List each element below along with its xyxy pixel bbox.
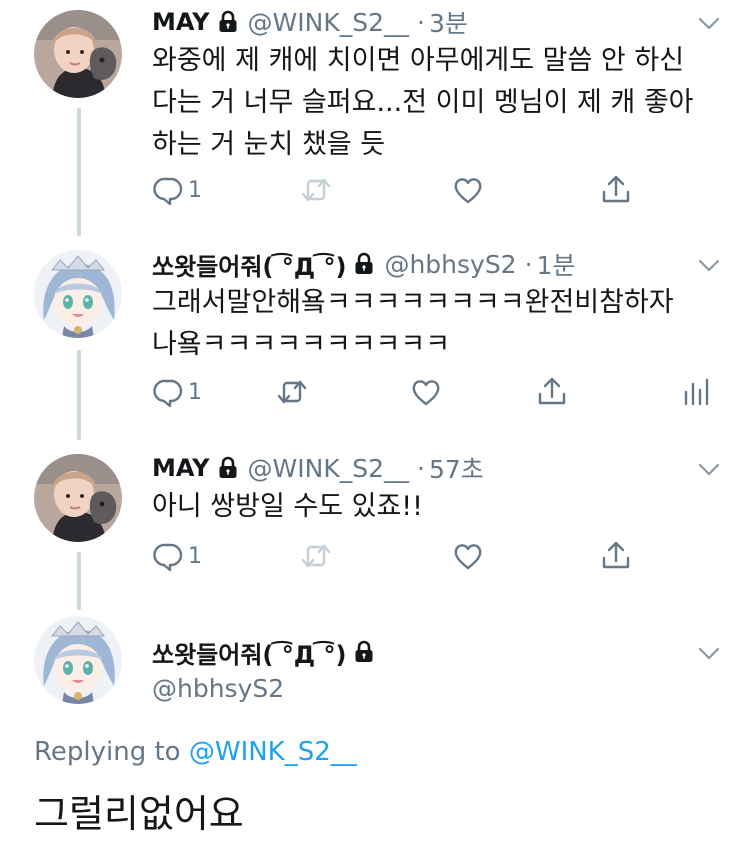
tweet-header: MAY @WINK_S2__ · 57초 <box>152 450 484 486</box>
share-icon <box>600 174 632 206</box>
like-button[interactable] <box>410 372 442 412</box>
replying-to-link[interactable]: @WINK_S2__ <box>189 737 357 767</box>
thread-line <box>77 552 81 610</box>
tweet-text: 와중에 제 캐에 치이면 아무에게도 말씀 안 하신 다는 거 너무 슬퍼요..… <box>152 40 694 166</box>
reply-count: 1 <box>188 543 202 569</box>
heart-icon <box>452 540 484 572</box>
boy-with-cat-avatar-icon <box>34 10 122 98</box>
display-name[interactable]: MAY <box>152 454 210 482</box>
timestamp[interactable]: 1분 <box>537 246 576 282</box>
reply-count: 1 <box>188 177 202 203</box>
timestamp[interactable]: 57초 <box>429 450 484 486</box>
retweet-icon <box>276 376 308 408</box>
chevron-down-icon[interactable] <box>696 640 722 666</box>
tweet-text-line: 그래서말안해욬ㅋㅋㅋㅋㅋㅋㅋㅋ완전비참하자 <box>152 287 674 318</box>
like-button[interactable] <box>452 536 484 576</box>
reply-icon <box>152 376 184 408</box>
reply-icon <box>152 540 184 572</box>
reply-icon <box>152 174 184 206</box>
share-button[interactable] <box>600 536 632 576</box>
tweet-actions: 1 <box>152 372 732 412</box>
retweet-icon <box>300 540 332 572</box>
tweet-header: MAY @WINK_S2__ · 3분 <box>152 4 468 40</box>
heart-icon <box>452 174 484 206</box>
chevron-down-icon[interactable] <box>696 456 722 482</box>
reply-button[interactable]: 1 <box>152 536 202 576</box>
separator-dot: · <box>417 453 425 483</box>
tweet-header-handle: @hbhsyS2 <box>152 670 284 706</box>
thread-line <box>77 350 81 440</box>
display-name[interactable]: 쏘왓들어줘( ͡°Д ͡°) <box>152 247 346 282</box>
chevron-down-icon[interactable] <box>696 252 722 278</box>
replying-to: Replying to @WINK_S2__ <box>34 737 357 767</box>
tweet-text: 아니 쌍방일 수도 있죠!! <box>152 486 423 528</box>
avatar[interactable] <box>34 250 122 338</box>
boy-with-cat-avatar-icon <box>34 454 122 542</box>
lock-icon <box>216 10 240 34</box>
anime-girl-avatar-icon <box>34 616 122 704</box>
tweet-actions: 1 <box>152 536 732 576</box>
retweet-button[interactable] <box>300 536 332 576</box>
retweet-icon <box>300 174 332 206</box>
share-icon <box>536 376 568 408</box>
retweet-button[interactable] <box>276 372 308 412</box>
reply-button[interactable]: 1 <box>152 170 202 210</box>
tweet-text-line: 하는 거 눈치 챘을 듯 <box>152 129 386 160</box>
tweet-text: 그래서말안해욬ㅋㅋㅋㅋㅋㅋㅋㅋ완전비참하자 나욬ㅋㅋㅋㅋㅋㅋㅋㅋㅋㅋ <box>152 282 674 366</box>
lock-icon <box>352 640 376 664</box>
tweet-text-line: 아니 쌍방일 수도 있죠!! <box>152 491 423 522</box>
username[interactable]: @hbhsyS2 <box>152 674 284 703</box>
chevron-down-icon[interactable] <box>696 10 722 36</box>
tweet-header: 쏘왓들어줘( ͡°Д ͡°) @hbhsyS2 · 1분 <box>152 246 575 282</box>
separator-dot: · <box>417 7 425 37</box>
reply-button[interactable]: 1 <box>152 372 202 412</box>
display-name[interactable]: MAY <box>152 8 210 36</box>
focused-tweet-text: 그럴리없어요 <box>34 792 244 836</box>
lock-icon <box>216 456 240 480</box>
replying-prefix: Replying to <box>34 737 181 767</box>
tweet-text-line: 다는 거 너무 슬퍼요...전 이미 멩님이 제 캐 좋아 <box>152 87 694 118</box>
username[interactable]: @WINK_S2__ <box>248 8 409 37</box>
retweet-button[interactable] <box>300 170 332 210</box>
separator-dot: · <box>524 249 533 279</box>
share-button[interactable] <box>600 170 632 210</box>
avatar[interactable] <box>34 10 122 98</box>
timestamp[interactable]: 3분 <box>429 4 468 40</box>
like-button[interactable] <box>452 170 484 210</box>
display-name[interactable]: 쏘왓들어줘( ͡°Д ͡°) <box>152 635 346 670</box>
anime-girl-avatar-icon <box>34 250 122 338</box>
analytics-button[interactable] <box>680 372 712 412</box>
heart-icon <box>410 376 442 408</box>
share-icon <box>600 540 632 572</box>
tweet-text-line: 와중에 제 캐에 치이면 아무에게도 말씀 안 하신 <box>152 45 685 76</box>
lock-icon <box>352 252 376 276</box>
thread-line <box>77 108 81 236</box>
username[interactable]: @hbhsyS2 <box>384 250 516 279</box>
tweet-text-line: 나욬ㅋㅋㅋㅋㅋㅋㅋㅋㅋㅋ <box>152 329 451 360</box>
tweet-header: 쏘왓들어줘( ͡°Д ͡°) <box>152 634 376 670</box>
reply-count: 1 <box>188 379 202 405</box>
share-button[interactable] <box>536 372 568 412</box>
username[interactable]: @WINK_S2__ <box>248 454 409 483</box>
avatar[interactable] <box>34 616 122 704</box>
analytics-icon <box>680 376 712 408</box>
avatar[interactable] <box>34 454 122 542</box>
tweet-actions: 1 <box>152 170 732 210</box>
